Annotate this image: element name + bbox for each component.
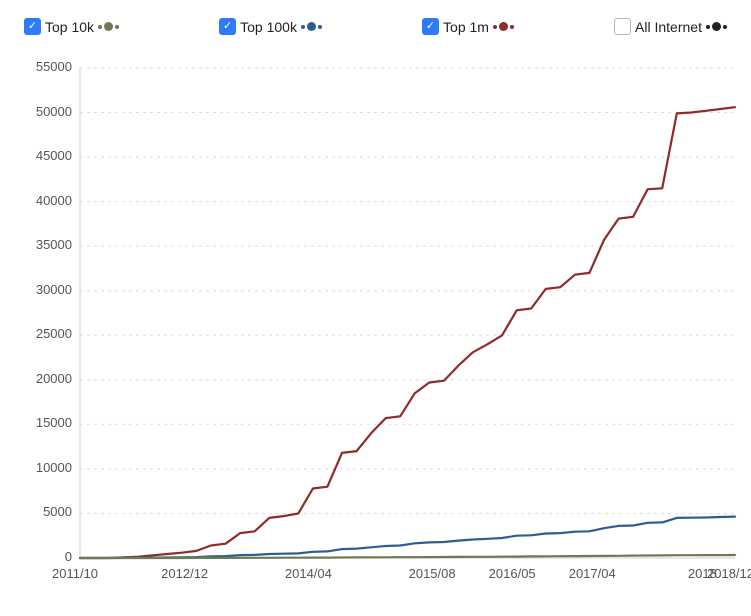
x-tick-label: 2016/05: [489, 566, 536, 581]
chart-area: 0 5000 10000 15000 20000 25000 30000 35000 40000…: [0, 43, 751, 603]
y-tick-label: 10000: [36, 460, 72, 475]
legend-swatch-allinternet: [706, 22, 727, 31]
y-tick-label: 50000: [36, 104, 72, 119]
series-top1m: [80, 107, 735, 558]
y-tick-label: 45000: [36, 148, 72, 163]
x-tick-label: 2011/10: [52, 566, 98, 581]
x-tick-label: 2017/04: [569, 566, 616, 581]
y-tick-label: 15000: [36, 415, 72, 430]
legend-swatch-top1m: [493, 22, 514, 31]
y-tick-label: 25000: [36, 326, 72, 341]
line-chart: [0, 43, 751, 603]
y-tick-label: 35000: [36, 237, 72, 252]
x-tick-label: 2015/08: [409, 566, 456, 581]
y-tick-label: 40000: [36, 193, 72, 208]
y-tick-label: 0: [65, 549, 72, 564]
y-tick-label: 5000: [43, 504, 72, 519]
x-tick-label: 2012/12: [161, 566, 208, 581]
legend-item-allinternet[interactable]: All Internet: [614, 18, 727, 35]
legend-item-top10k[interactable]: ✓ Top 10k: [24, 18, 119, 35]
series-top100k: [80, 517, 735, 558]
legend-swatch-top100k: [301, 22, 322, 31]
x-tick-label: 2014/04: [285, 566, 332, 581]
y-tick-label: 20000: [36, 371, 72, 386]
legend-label: Top 100k: [240, 19, 297, 35]
y-tick-label: 30000: [36, 282, 72, 297]
chart-legend: ✓ Top 10k ✓ Top 100k ✓ Top 1m All Intern…: [0, 0, 751, 43]
legend-item-top1m[interactable]: ✓ Top 1m: [422, 18, 514, 35]
x-tick-label-extra: 2018: [688, 566, 717, 581]
legend-swatch-top10k: [98, 22, 119, 31]
checkbox-top100k[interactable]: ✓: [219, 18, 236, 35]
legend-label: Top 10k: [45, 19, 94, 35]
checkbox-allinternet[interactable]: [614, 18, 631, 35]
y-tick-label: 55000: [36, 59, 72, 74]
legend-item-top100k[interactable]: ✓ Top 100k: [219, 18, 322, 35]
legend-label: Top 1m: [443, 19, 489, 35]
checkbox-top10k[interactable]: ✓: [24, 18, 41, 35]
checkbox-top1m[interactable]: ✓: [422, 18, 439, 35]
legend-label: All Internet: [635, 19, 702, 35]
